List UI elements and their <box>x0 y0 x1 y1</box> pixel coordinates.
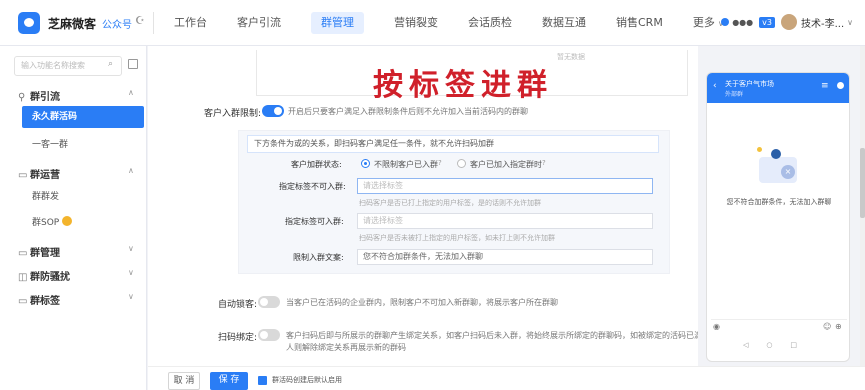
default-enable-label: 群活码创建后默认启用 <box>272 376 342 384</box>
phone-title: 关于客户气市场 <box>725 80 774 88</box>
chevron-down-icon: ∨ <box>128 244 134 253</box>
tag-yes-label: 指定标签可入群: <box>285 217 344 226</box>
limit-msg-input[interactable]: 您不符合加群条件，无法加入群聊 <box>357 249 653 265</box>
brand-name: 芝麻微客 <box>48 17 97 31</box>
cancel-button[interactable]: 取 消 <box>168 372 200 390</box>
enterprise-logo-icon: ●●● <box>732 17 754 27</box>
main-content: 暂无数据 按标签进群 客户入群限制: 开启后只要客户满足入群限制条件后则不允许加… <box>148 46 702 390</box>
phone-preview: ‹ 关于客户气市场 外部群 ≡ × 您不符合加群条件，无法加入群聊 ◉ ☺ ⊕ … <box>698 46 865 366</box>
limit-desc: 开启后只要客户满足入群限制条件后则不允许加入当前活码内的群聊 <box>288 107 528 116</box>
scan-bind-label: 扫码绑定: <box>218 333 258 343</box>
main-nav: 工作台 客户引流 群管理 营销裂变 会话质检 数据互通 销售CRM 更多∨ <box>160 0 740 46</box>
enterprise-icon <box>721 18 730 26</box>
top-bar: 芝麻微客 公众号 ☪ 工作台 客户引流 群管理 营销裂变 会话质检 数据互通 销… <box>0 0 865 46</box>
chevron-down-icon: ∨ <box>847 17 853 27</box>
empty-illustration-icon: × <box>753 147 805 187</box>
nav-sales-crm[interactable]: 销售CRM <box>602 0 677 46</box>
phone-header: ‹ 关于客户气市场 外部群 ≡ <box>707 73 849 103</box>
chevron-up-icon: ∧ <box>128 166 134 175</box>
chevron-down-icon: ∨ <box>128 268 134 277</box>
collapse-icon[interactable]: ☪ <box>135 14 145 27</box>
scan-bind-desc: 客户扫码后即与所展示的群聊产生绑定关系，如客户扫码后未入群，将始终展示所绑定的群… <box>286 331 702 340</box>
nav-data-sync[interactable]: 数据互通 <box>528 0 600 46</box>
panel-info: 下方条件为或的关系，即扫码客户满足任一条件，就不允许扫码加群 <box>247 135 659 153</box>
status-radio-unlimited[interactable] <box>361 159 370 168</box>
nav-customer-traffic[interactable]: 客户引流 <box>223 0 295 46</box>
scan-bind-desc-2: 人则解除绑定关系再展示新的群码 <box>286 343 406 352</box>
avatar <box>780 14 797 30</box>
brand-tag-link[interactable]: 公众号 <box>102 16 132 31</box>
sidebar-item-group-broadcast[interactable]: 群群发 <box>18 186 140 208</box>
status-opt-specified: 客户已加入指定群时 <box>470 160 542 169</box>
limit-conditions-panel: 下方条件为或的关系，即扫码客户满足任一条件，就不允许扫码加群 客户加群状态: 不… <box>238 130 670 274</box>
tag-no-hint: 扫码客户是否已打上指定的用户标签，是的话则不允许加群 <box>359 199 541 207</box>
phone-frame: ‹ 关于客户气市场 外部群 ≡ × 您不符合加群条件，无法加入群聊 ◉ ☺ ⊕ … <box>706 72 850 362</box>
status-opt-unlimited: 不限制客户已入群 <box>374 160 438 169</box>
sidebar-group-anti-harass[interactable]: ◫ 群防骚扰 ∨ <box>18 268 134 283</box>
voice-icon: ◉ <box>713 322 720 331</box>
user-icon <box>837 82 844 89</box>
limit-label: 客户入群限制: <box>204 109 262 119</box>
tag-icon: ▭ <box>18 296 28 307</box>
auto-lock-desc: 当客户已在活码的企业群内，限制客户不可加入新群聊，将展示客户所在群聊 <box>286 298 558 307</box>
tag-no-label: 指定标签不可入群: <box>279 182 346 191</box>
divider <box>153 12 154 34</box>
link-icon: ⚲ <box>18 92 26 103</box>
auto-lock-toggle[interactable] <box>258 296 280 308</box>
calendar-icon[interactable] <box>128 59 138 69</box>
plus-icon: ⊕ <box>835 322 842 331</box>
nav-marketing[interactable]: 营销裂变 <box>380 0 452 46</box>
search-input[interactable]: 输入功能名称搜索 <box>14 56 122 76</box>
menu-icon: ≡ <box>821 81 829 91</box>
nav-group-management[interactable]: 群管理 <box>297 0 378 46</box>
sidebar-item-one-customer-one-group[interactable]: 一客一群 <box>18 134 140 156</box>
emoji-icon: ☺ <box>823 322 832 331</box>
chevron-up-icon: ∧ <box>128 88 134 97</box>
limit-toggle[interactable] <box>262 105 284 117</box>
sidebar-group-tags[interactable]: ▭ 群标签 ∨ <box>18 292 134 307</box>
user-name: 技术-李... <box>800 18 845 30</box>
tag-no-select[interactable]: 请选择标签 <box>357 178 653 194</box>
phone-input-bar: ◉ ☺ ⊕ <box>711 319 847 333</box>
sidebar-group-traffic[interactable]: ⚲ 群引流 ∧ <box>18 88 134 103</box>
app-logo-icon <box>18 12 40 34</box>
phone-subtitle: 外部群 <box>725 91 744 98</box>
tag-yes-hint: 扫码客户是否未被打上指定的用户标签，如未打上则不允许加群 <box>359 234 555 242</box>
back-icon: ‹ <box>713 81 717 91</box>
crown-icon <box>62 216 73 226</box>
version-badge: v3 <box>759 16 775 28</box>
chevron-down-icon: ∨ <box>128 292 134 301</box>
sidebar: 输入功能名称搜索 ⌕ ⚲ 群引流 ∧ 永久群活码 一客一群 ▭ 群运营 ∧ 群群发 群S… <box>0 46 147 390</box>
default-enable-checkbox[interactable] <box>258 376 267 385</box>
scan-bind-toggle[interactable] <box>258 329 280 341</box>
nav-session-qc[interactable]: 会话质检 <box>454 0 526 46</box>
status-label: 客户加群状态: <box>291 160 342 169</box>
tag-yes-select[interactable]: 请选择标签 <box>357 213 653 229</box>
nav-workbench[interactable]: 工作台 <box>160 0 221 46</box>
save-button[interactable]: 保 存 <box>210 372 248 390</box>
overlay-title: 按标签进群 <box>373 68 553 103</box>
limit-msg-label: 限制入群文案: <box>293 253 344 262</box>
help-icon[interactable]: ? <box>542 159 546 167</box>
sidebar-item-group-sop[interactable]: 群SOP <box>18 212 140 234</box>
scrollbar-thumb[interactable] <box>860 148 865 218</box>
sidebar-group-management[interactable]: ▭ 群管理 ∨ <box>18 244 134 259</box>
sidebar-group-operation[interactable]: ▭ 群运营 ∧ <box>18 166 134 181</box>
search-icon[interactable]: ⌕ <box>108 59 113 69</box>
sidebar-item-permanent-qr[interactable]: 永久群活码 <box>22 106 144 128</box>
footer-bar: 取 消 保 存 群活码创建后默认启用 <box>148 366 865 390</box>
auto-lock-label: 自动锁客: <box>218 300 258 310</box>
group-icon: ▭ <box>18 248 28 259</box>
qr-empty-note: 暂无数据 <box>557 53 585 61</box>
group-icon: ▭ <box>18 170 28 181</box>
shield-icon: ◫ <box>18 272 28 283</box>
help-icon[interactable]: ? <box>438 159 442 167</box>
phone-nav-icons: ◁○□ <box>742 341 816 349</box>
user-area[interactable]: ●●● v3 技术-李... ∨ <box>721 14 853 30</box>
phone-message: 您不符合加群条件，无法加入群聊 <box>726 198 832 206</box>
status-radio-specified[interactable] <box>457 159 466 168</box>
